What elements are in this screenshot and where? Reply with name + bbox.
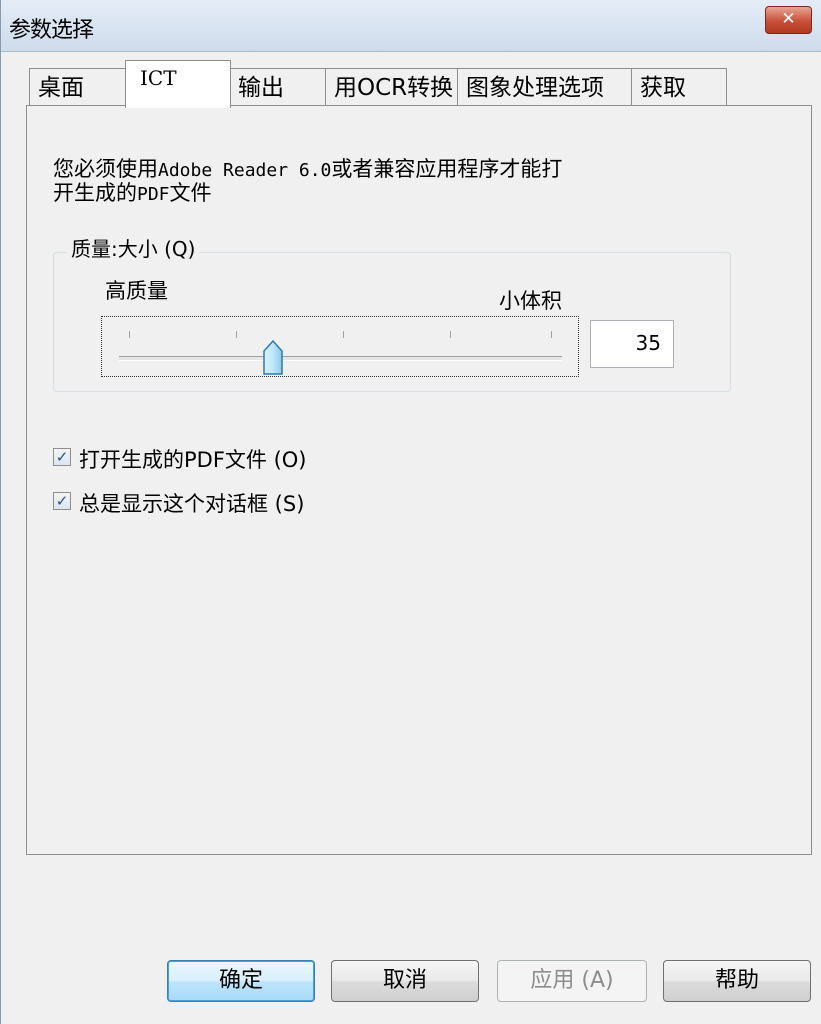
quality-slider[interactable] [101, 316, 579, 377]
tab-desktop[interactable]: 桌面 [29, 68, 127, 106]
info-line2-pdf: PDF [137, 184, 170, 205]
info-line2-a: 开生成的 [53, 181, 137, 205]
preferences-dialog: 参数选择 ✕ 桌面 ICT 输出 用OCR转换 图象处理选项 获取 您必须使用A… [0, 0, 821, 1024]
always-show-checkbox[interactable]: ✓ [53, 492, 71, 510]
tab-output[interactable]: 输出 [229, 68, 327, 106]
ict-tab-panel [26, 105, 812, 855]
slider-tick [129, 331, 130, 338]
tab-image-options[interactable]: 图象处理选项 [457, 68, 633, 106]
open-pdf-label[interactable]: 打开生成的PDF文件 (O) [79, 444, 307, 474]
quality-group-label: 质量:大小 (Q) [67, 233, 200, 262]
tab-ict[interactable]: ICT [125, 60, 231, 108]
info-line2-b: 文件 [169, 181, 212, 205]
open-pdf-checkbox[interactable]: ✓ [53, 448, 71, 466]
info-prefix: 您必须使用 [53, 157, 158, 181]
title-bar[interactable]: 参数选择 ✕ [1, 0, 821, 52]
ok-button[interactable]: 确定 [167, 960, 315, 1002]
slider-tick [343, 331, 344, 338]
quality-value-field[interactable]: 35 [590, 320, 674, 368]
info-app-name: Adobe Reader 6.0 [158, 160, 332, 181]
info-suffix: 或者兼容应用程序才能打 [331, 157, 563, 181]
slider-thumb[interactable] [263, 339, 283, 376]
close-button[interactable]: ✕ [765, 6, 812, 34]
slider-thumb-icon [263, 339, 283, 375]
apply-button[interactable]: 应用 (A) [497, 960, 647, 1002]
small-size-label: 小体积 [499, 289, 562, 313]
info-message: 您必须使用Adobe Reader 6.0或者兼容应用程序才能打 开生成的PDF… [53, 158, 703, 206]
tab-ocr-convert[interactable]: 用OCR转换 [325, 68, 459, 106]
window-title: 参数选择 [9, 18, 94, 43]
cancel-button[interactable]: 取消 [331, 960, 479, 1002]
help-button[interactable]: 帮助 [663, 960, 811, 1002]
slider-tick [450, 331, 451, 338]
slider-tick [551, 331, 552, 338]
high-quality-label: 高质量 [105, 279, 168, 303]
tab-acquire[interactable]: 获取 [631, 68, 727, 106]
slider-tick [236, 331, 237, 338]
close-icon: ✕ [781, 9, 796, 29]
always-show-label[interactable]: 总是显示这个对话框 (S) [79, 488, 304, 518]
slider-track [119, 356, 562, 361]
